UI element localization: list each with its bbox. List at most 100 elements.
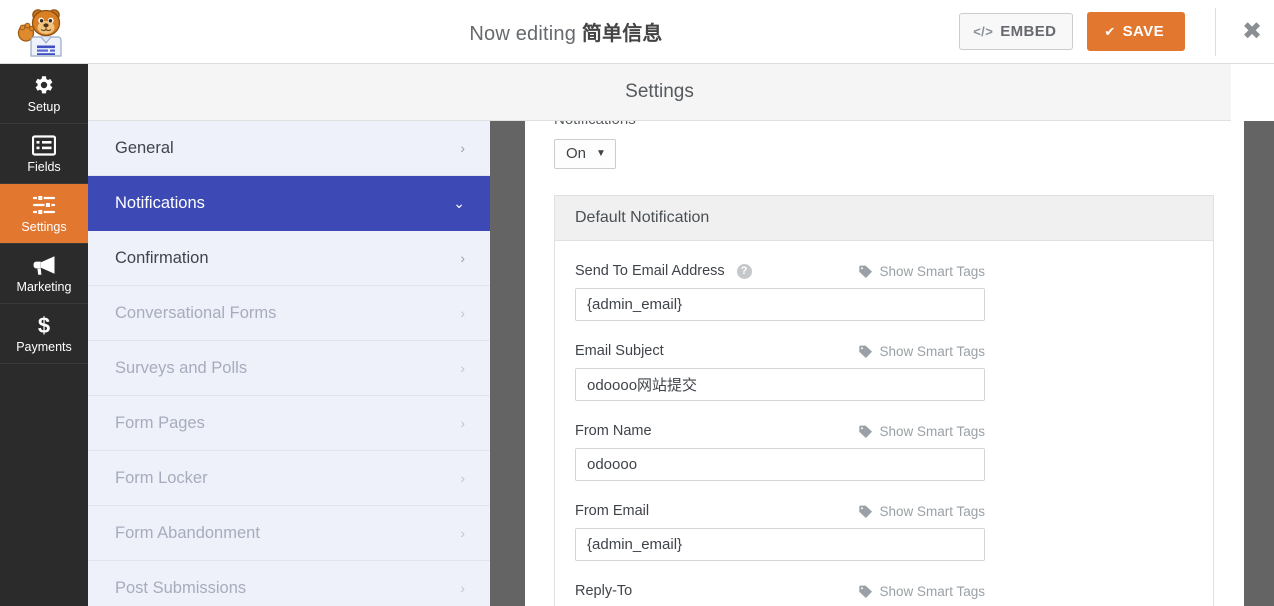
settings-nav-item-notifications[interactable]: Notifications ⌄ xyxy=(88,176,490,231)
list-icon xyxy=(32,133,56,157)
settings-panel-header: Settings xyxy=(88,64,1231,121)
field-header: Email Subject Show Smart Tags xyxy=(575,343,985,359)
settings-nav-item-confirmation[interactable]: Confirmation › xyxy=(88,231,490,286)
default-notification-card-body: Send To Email Address?Show Smart TagsEma… xyxy=(555,241,1213,606)
show-smart-tags-button[interactable]: Show Smart Tags xyxy=(859,344,985,359)
sidebar-item-settings-label: Settings xyxy=(21,220,67,235)
sidebar-item-marketing[interactable]: Marketing xyxy=(0,244,88,304)
top-bar-actions: </> EMBED ✔ SAVE ✖ xyxy=(959,0,1274,63)
notification-field: From Name Show Smart Tags xyxy=(575,423,1193,481)
settings-nav-item-label: Conversational Forms xyxy=(115,303,277,322)
chevron-right-icon: › xyxy=(460,470,465,486)
sliders-icon xyxy=(32,193,56,217)
settings-nav-item-surveys-and-polls[interactable]: Surveys and Polls › xyxy=(88,341,490,396)
show-smart-tags-button[interactable]: Show Smart Tags xyxy=(859,424,985,439)
settings-nav-item-label: Form Pages xyxy=(115,413,205,432)
settings-content-area: Notifications On ▼ Default Notification … xyxy=(525,121,1244,606)
field-header: Reply-To Show Smart Tags xyxy=(575,583,985,599)
embed-button-label: EMBED xyxy=(1000,23,1057,40)
field-header: Send To Email Address? Show Smart Tags xyxy=(575,263,985,279)
default-notification-card: Default Notification Send To Email Addre… xyxy=(554,195,1214,606)
check-icon: ✔ xyxy=(1104,23,1116,39)
field-label: Send To Email Address xyxy=(575,263,725,279)
show-smart-tags-button[interactable]: Show Smart Tags xyxy=(859,264,985,279)
show-smart-tags-label: Show Smart Tags xyxy=(879,263,985,279)
code-icon: </> xyxy=(973,24,994,39)
settings-nav-item-label: Form Abandonment xyxy=(115,523,260,542)
settings-panel-title: Settings xyxy=(625,81,694,102)
megaphone-icon xyxy=(32,253,57,277)
field-input[interactable] xyxy=(575,528,985,561)
toolbar-divider xyxy=(1215,7,1216,56)
tag-icon xyxy=(859,345,873,358)
settings-nav-item-label: Post Submissions xyxy=(115,578,247,597)
chevron-down-icon: ▼ xyxy=(596,147,606,159)
sidebar-item-payments[interactable]: $ Payments xyxy=(0,304,88,364)
settings-nav-item-label: Surveys and Polls xyxy=(115,358,248,377)
close-icon[interactable]: ✖ xyxy=(1230,0,1274,63)
show-smart-tags-button[interactable]: Show Smart Tags xyxy=(859,584,985,599)
save-button[interactable]: ✔ SAVE xyxy=(1087,12,1185,51)
show-smart-tags-label: Show Smart Tags xyxy=(879,343,985,359)
field-label: From Name xyxy=(575,423,652,439)
app-logo[interactable] xyxy=(0,0,88,64)
panel-scroll-gutter-right[interactable] xyxy=(1244,121,1274,606)
tag-icon xyxy=(859,425,873,438)
default-notification-card-title: Default Notification xyxy=(555,196,1213,241)
sidebar-item-fields[interactable]: Fields xyxy=(0,124,88,184)
field-input[interactable] xyxy=(575,448,985,481)
sidebar-item-fields-label: Fields xyxy=(27,160,61,175)
show-smart-tags-button[interactable]: Show Smart Tags xyxy=(859,504,985,519)
field-header: From Name Show Smart Tags xyxy=(575,423,985,439)
notification-field: From Email Show Smart Tags xyxy=(575,503,1193,561)
embed-button[interactable]: </> EMBED xyxy=(959,13,1074,50)
show-smart-tags-label: Show Smart Tags xyxy=(879,503,985,519)
gear-icon xyxy=(32,73,56,97)
settings-nav-item-form-abandonment[interactable]: Form Abandonment › xyxy=(88,506,490,561)
field-label: From Email xyxy=(575,503,650,519)
settings-nav-item-post-submissions[interactable]: Post Submissions › xyxy=(88,561,490,606)
help-icon[interactable]: ? xyxy=(736,263,752,279)
dollar-icon: $ xyxy=(34,313,54,337)
settings-nav-item-label: Notifications xyxy=(115,193,205,212)
chevron-right-icon: › xyxy=(460,525,465,541)
settings-nav-item-conversational-forms[interactable]: Conversational Forms › xyxy=(88,286,490,341)
field-label: Email Subject xyxy=(575,343,664,359)
settings-nav-list: General › Notifications ⌄ Confirmation › Conve… xyxy=(88,121,490,606)
settings-nav-item-form-locker[interactable]: Form Locker › xyxy=(88,451,490,506)
chevron-right-icon: › xyxy=(460,250,465,266)
chevron-right-icon: › xyxy=(460,305,465,321)
show-smart-tags-label: Show Smart Tags xyxy=(879,583,985,599)
field-input[interactable] xyxy=(575,368,985,401)
save-button-label: SAVE xyxy=(1122,23,1164,40)
chevron-right-icon: › xyxy=(460,415,465,431)
wpforms-bear-mascot-logo-icon xyxy=(17,8,62,57)
notification-field: Email Subject Show Smart Tags xyxy=(575,343,1193,401)
notifications-section-label: Notifications xyxy=(554,121,1214,124)
field-header: From Email Show Smart Tags xyxy=(575,503,985,519)
settings-nav-item-form-pages[interactable]: Form Pages › xyxy=(88,396,490,451)
sidebar-item-setup-label: Setup xyxy=(27,100,61,115)
chevron-right-icon: › xyxy=(460,140,465,156)
notifications-toggle-value: On xyxy=(566,145,587,162)
tag-icon xyxy=(859,265,873,278)
form-builder-window: Now editing 简单信息 </> EMBED ✔ SAVE ✖ Setu… xyxy=(0,0,1274,606)
chevron-down-icon: ⌄ xyxy=(453,195,465,211)
sidebar-item-setup[interactable]: Setup xyxy=(0,64,88,124)
top-bar: Now editing 简单信息 </> EMBED ✔ SAVE ✖ xyxy=(0,0,1274,64)
panel-scroll-gutter-left[interactable] xyxy=(490,121,525,606)
svg-text:$: $ xyxy=(38,313,50,337)
show-smart-tags-label: Show Smart Tags xyxy=(879,423,985,439)
notification-field: Send To Email Address? Show Smart Tags xyxy=(575,263,1193,321)
builder-sidebar: Setup Fields Settings Marketing $ Paymen… xyxy=(0,64,88,606)
form-name: 简单信息 xyxy=(581,23,663,45)
chevron-right-icon: › xyxy=(460,580,465,596)
chevron-right-icon: › xyxy=(460,360,465,376)
settings-nav-item-label: General xyxy=(115,138,174,157)
field-input[interactable] xyxy=(575,288,985,321)
sidebar-item-settings[interactable]: Settings xyxy=(0,184,88,244)
editing-prefix: Now editing xyxy=(469,23,582,45)
notifications-toggle-select[interactable]: On ▼ xyxy=(554,139,616,169)
settings-nav-item-general[interactable]: General › xyxy=(88,121,490,176)
tag-icon xyxy=(859,585,873,598)
